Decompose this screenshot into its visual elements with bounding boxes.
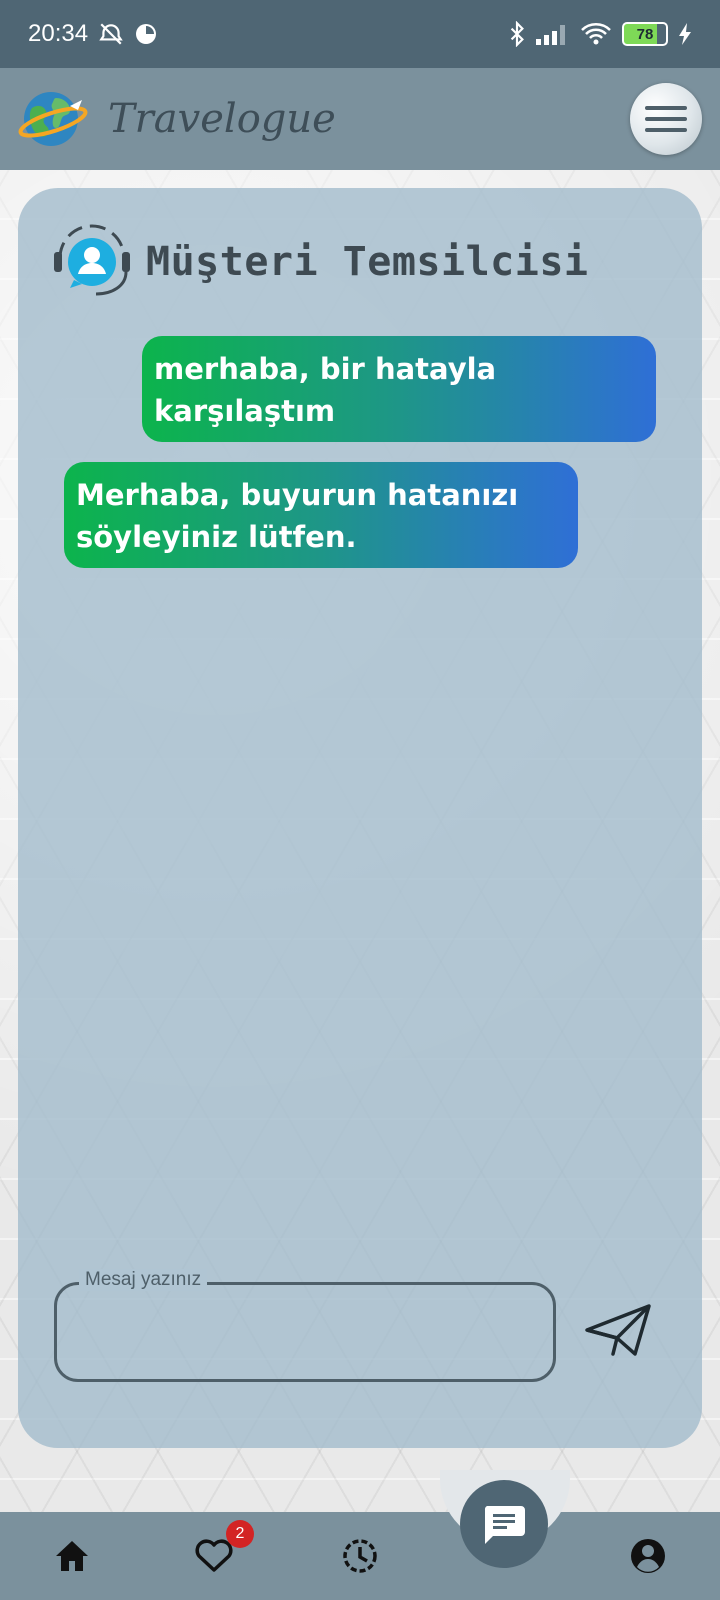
message-bubble-received: Merhaba, buyurun hatanızı söyleyiniz lüt…: [64, 462, 578, 568]
favorites-badge: 2: [226, 1520, 254, 1548]
message-bubble-sent: merhaba, bir hatayla karşılaştım: [142, 336, 656, 442]
history-clock-icon: [343, 1539, 377, 1573]
app-title: Travelogue: [108, 96, 336, 142]
message-input[interactable]: [75, 1313, 535, 1357]
app-bar: Travelogue: [0, 68, 720, 170]
account-circle-icon: [631, 1539, 665, 1573]
globe-logo-icon: [18, 92, 88, 146]
status-right: 78: [508, 21, 692, 47]
charging-icon: [678, 23, 692, 45]
chat-fab-button[interactable]: [460, 1480, 548, 1568]
message-input-field[interactable]: Mesaj yazınız: [54, 1269, 556, 1382]
chat-icon: [484, 1506, 525, 1544]
brand: Travelogue: [18, 88, 336, 150]
battery-indicator: 78: [622, 22, 668, 46]
signal-icon: [536, 23, 570, 45]
chat-card: Müşteri Temsilcisi merhaba, bir hatayla …: [18, 188, 702, 1448]
chat-title: Müşteri Temsilcisi: [146, 239, 589, 285]
data-saver-icon: [134, 22, 158, 46]
menu-button[interactable]: [630, 83, 702, 155]
nav-profile[interactable]: [622, 1530, 674, 1582]
nav-favorites[interactable]: 2: [188, 1520, 254, 1582]
message-input-label: Mesaj yazınız: [79, 1269, 208, 1291]
nav-history[interactable]: [334, 1530, 386, 1582]
bluetooth-icon: [508, 21, 526, 47]
hamburger-menu-icon: [645, 106, 687, 132]
chat-header: Müşteri Temsilcisi: [52, 222, 588, 302]
send-icon: [585, 1304, 651, 1356]
nav-home[interactable]: [46, 1530, 98, 1582]
customer-support-icon: [54, 224, 130, 296]
status-time: 20:34: [28, 20, 89, 47]
alarm-off-icon: [98, 21, 124, 47]
send-button[interactable]: [582, 1298, 654, 1362]
status-left: 20:34: [28, 20, 158, 48]
wifi-icon: [580, 22, 612, 46]
status-bar: 20:34 78: [0, 0, 720, 68]
heart-icon: [195, 1539, 233, 1572]
home-icon: [56, 1541, 88, 1571]
